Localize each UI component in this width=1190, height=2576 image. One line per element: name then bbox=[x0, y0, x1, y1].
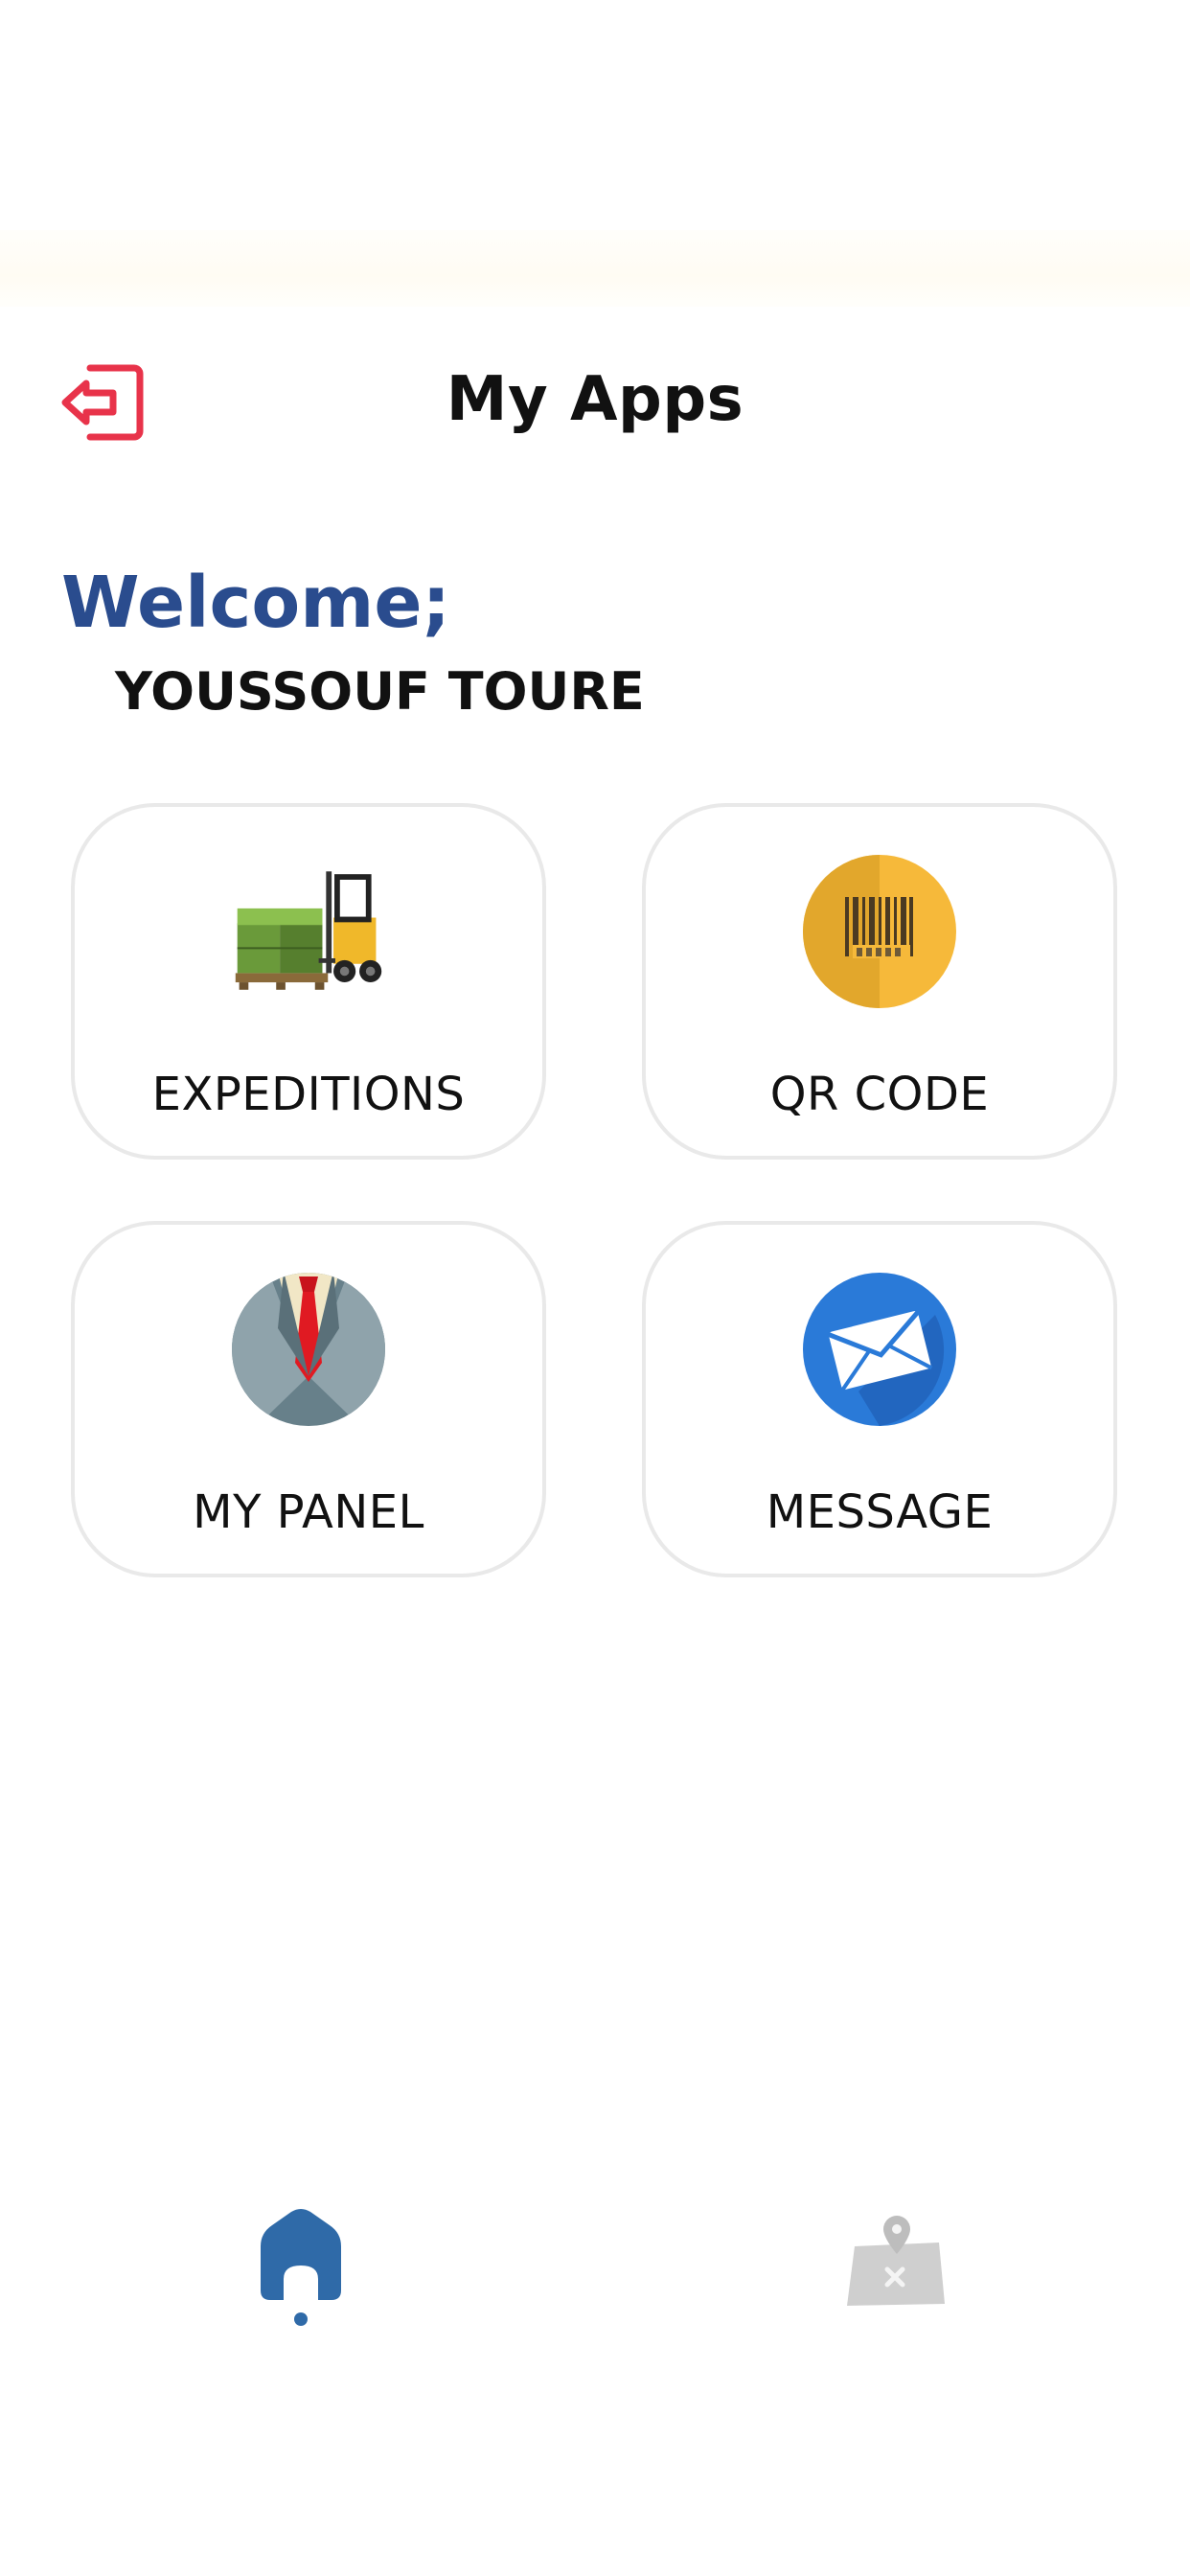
suit-tie-icon bbox=[230, 1271, 387, 1428]
app-card-label: EXPEDITIONS bbox=[151, 1068, 466, 1121]
envelope-icon bbox=[801, 1271, 958, 1428]
app-header: My Apps bbox=[0, 345, 1190, 470]
app-card-message[interactable]: MESSAGE bbox=[642, 1221, 1117, 1577]
app-card-my-panel[interactable]: MY PANEL bbox=[71, 1221, 546, 1577]
map-pin-icon bbox=[847, 2216, 945, 2306]
nav-home-tab[interactable] bbox=[251, 2204, 351, 2327]
user-name: YOUSSOUF TOURE bbox=[115, 661, 645, 722]
app-card-label: QR CODE bbox=[769, 1068, 990, 1121]
page-title: My Apps bbox=[446, 364, 744, 435]
forklift-pallet-icon bbox=[230, 853, 387, 1010]
barcode-icon bbox=[801, 853, 958, 1010]
app-card-label: MESSAGE bbox=[766, 1485, 994, 1539]
status-bar-area bbox=[0, 230, 1190, 307]
welcome-heading: Welcome; bbox=[61, 562, 451, 644]
nav-map-tab[interactable] bbox=[843, 2214, 950, 2310]
app-card-expeditions[interactable]: EXPEDITIONS bbox=[71, 803, 546, 1160]
app-card-label: MY PANEL bbox=[193, 1485, 424, 1539]
bottom-navigation bbox=[0, 2175, 1190, 2348]
app-card-qr-code[interactable]: QR CODE bbox=[642, 803, 1117, 1160]
home-icon bbox=[261, 2209, 341, 2326]
